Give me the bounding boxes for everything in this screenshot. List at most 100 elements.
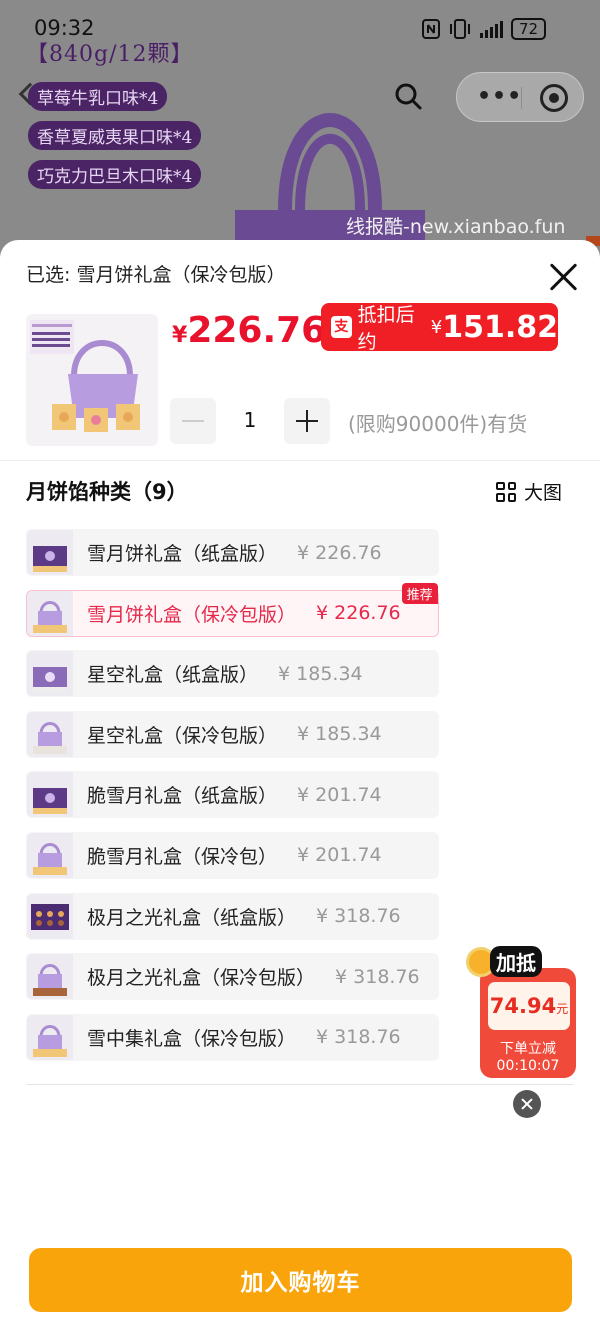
variant-option[interactable]: 极月之光礼盒（纸盒版） ¥ 318.76 (26, 892, 439, 940)
large-image-label: 大图 (524, 482, 563, 504)
discount-currency: ¥ (430, 316, 443, 338)
variant-thumbnail (27, 832, 73, 878)
variant-thumbnail (27, 893, 73, 939)
nfc-icon (422, 19, 440, 39)
flavor-tag: 草莓牛乳口味*4 (28, 82, 168, 111)
selected-variant-name: 雪月饼礼盒（保冷包版） (76, 264, 286, 286)
grid-icon (496, 481, 516, 502)
variant-option[interactable]: 星空礼盒（保冷包版） ¥ 185.34 (26, 710, 439, 758)
variant-name: 雪月饼礼盒（纸盒版） (87, 543, 278, 565)
quantity-value[interactable]: 1 (226, 408, 274, 432)
variant-price: ¥ 318.76 (316, 1026, 401, 1049)
variant-thumbnail-art (33, 964, 67, 997)
flavor-tags: 草莓牛乳口味*4 香草夏威夷果口味*4 巧克力巴旦木口味*4 (28, 82, 202, 199)
coupon-close-icon[interactable] (513, 1090, 541, 1118)
variant-thumbnail (27, 954, 73, 1000)
discount-price: 151.82 (442, 309, 558, 345)
coupon-description: 下单立减 (500, 1041, 556, 1057)
coupon-widget[interactable]: 74.94元 下单立减 00:10:07 加抵 (466, 946, 576, 1080)
variant-thumbnail-art (33, 788, 67, 815)
status-icons: 72 (422, 18, 547, 40)
add-to-cart-button[interactable]: 加入购物车 (29, 1248, 572, 1312)
battery-icon: 72 (511, 18, 547, 40)
variant-thumbnail (27, 530, 73, 575)
discount-badge: 支 抵扣后约 ¥ 151.82 (321, 303, 558, 353)
coupon-card: 74.94元 下单立减 00:10:07 (480, 968, 576, 1078)
variant-name: 极月之光礼盒（纸盒版） (87, 906, 297, 929)
status-time: 09:32 (34, 16, 95, 40)
capsule-divider (521, 87, 522, 109)
selected-variant-label: 已选: 雪月饼礼盒（保冷包版） (26, 260, 285, 287)
stock-status: (限购90000件)有货 (348, 412, 528, 436)
variant-name: 脆雪月礼盒（保冷包） (87, 845, 278, 868)
variant-price: ¥ 185.34 (278, 662, 363, 685)
variant-thumbnail-art (33, 667, 67, 694)
watermark: 线报酷-new.xianbao.fun (346, 216, 566, 238)
discount-label: 抵扣后约 (357, 304, 415, 353)
quantity-decrease-button[interactable] (170, 398, 216, 444)
variant-price: ¥ 318.76 (335, 965, 420, 988)
variant-option[interactable]: 雪月饼礼盒（纸盒版） ¥ 226.76 (26, 529, 439, 576)
status-bar: 09:32 72 (0, 12, 600, 46)
variant-thumbnail (27, 590, 73, 636)
large-image-toggle[interactable]: 大图 (496, 478, 562, 505)
variant-section-title: 月饼馅种类（9） (26, 480, 188, 504)
variant-thumbnail-art (33, 1024, 67, 1057)
variant-thumbnail-art (33, 546, 67, 572)
price-currency: ¥ (172, 323, 188, 348)
variant-price: ¥ 318.76 (316, 905, 401, 928)
variant-price: ¥ 226.76 (316, 602, 401, 625)
variant-thumbnail (27, 1014, 73, 1060)
variant-thumbnail-art (33, 842, 67, 875)
variant-thumbnail-art (31, 903, 69, 930)
coupon-tag: 加抵 (490, 946, 542, 977)
vibrate-icon (450, 19, 470, 39)
quantity-increase-button[interactable] (284, 398, 330, 444)
coupon-countdown: 00:10:07 (496, 1058, 560, 1074)
sku-bottom-sheet: 已选: 雪月饼礼盒（保冷包版） ¥226.76 支 抵扣后约 ¥ 151.82 … (0, 240, 600, 1326)
variant-option[interactable]: 脆雪月礼盒（纸盒版） ¥ 201.74 (26, 771, 439, 819)
alipay-icon: 支 (331, 316, 352, 338)
mini-program-capsule: ••• (456, 72, 584, 122)
coupon-amount: 74.94元 (490, 994, 568, 1018)
variant-price: ¥ 185.34 (297, 723, 382, 746)
variant-name: 极月之光礼盒（保冷包版） (87, 967, 316, 990)
selected-product-thumbnail[interactable] (26, 314, 158, 446)
more-menu-icon[interactable]: ••• (477, 84, 522, 109)
signal-icon (480, 20, 503, 38)
variant-name: 雪中集礼盒（保冷包版） (87, 1027, 297, 1050)
close-mini-program-icon[interactable] (540, 84, 568, 112)
variant-name: 星空礼盒（纸盒版） (87, 664, 259, 687)
variant-list: 雪月饼礼盒（纸盒版） ¥ 226.76 雪月饼礼盒（保冷包版） ¥ 226.76… (26, 529, 439, 1074)
flavor-tag: 香草夏威夷果口味*4 (28, 121, 202, 150)
coupon-amount-box: 74.94元 (488, 982, 570, 1030)
variant-thumbnail-art (33, 600, 67, 633)
variant-name: 脆雪月礼盒（纸盒版） (87, 785, 278, 808)
coupon-amount-value: 74.94 (489, 994, 557, 1018)
selected-prefix: 已选: (26, 264, 71, 286)
coupon-header: 加抵 (466, 946, 542, 977)
variant-price: ¥ 201.74 (297, 844, 382, 867)
variant-price: ¥ 201.74 (297, 783, 382, 806)
flavor-tag: 巧克力巴旦木口味*4 (28, 160, 202, 189)
variant-option[interactable]: 脆雪月礼盒（保冷包） ¥ 201.74 (26, 831, 439, 879)
variant-thumbnail (27, 772, 73, 818)
search-icon[interactable] (394, 82, 422, 110)
variant-name: 雪月饼礼盒（保冷包版） (87, 603, 297, 626)
variant-thumbnail-art (33, 721, 67, 754)
variant-option[interactable]: 极月之光礼盒（保冷包版） ¥ 318.76 (26, 953, 439, 1001)
variant-name: 星空礼盒（保冷包版） (87, 724, 278, 747)
close-icon[interactable] (549, 262, 579, 292)
divider (26, 1084, 574, 1085)
current-price: ¥226.76 (172, 310, 326, 351)
product-thumbnail-art (30, 320, 140, 432)
coupon-amount-unit: 元 (556, 1002, 569, 1016)
divider (0, 460, 600, 461)
variant-price: ¥ 226.76 (297, 541, 382, 564)
variant-thumbnail (27, 651, 73, 697)
price-value: 226.76 (187, 310, 327, 351)
variant-option[interactable]: 星空礼盒（纸盒版） ¥ 185.34 (26, 650, 439, 698)
variant-thumbnail (27, 711, 73, 757)
variant-option-selected[interactable]: 雪月饼礼盒（保冷包版） ¥ 226.76 推荐 (26, 582, 439, 637)
variant-option[interactable]: 雪中集礼盒（保冷包版） ¥ 318.76 (26, 1013, 439, 1061)
